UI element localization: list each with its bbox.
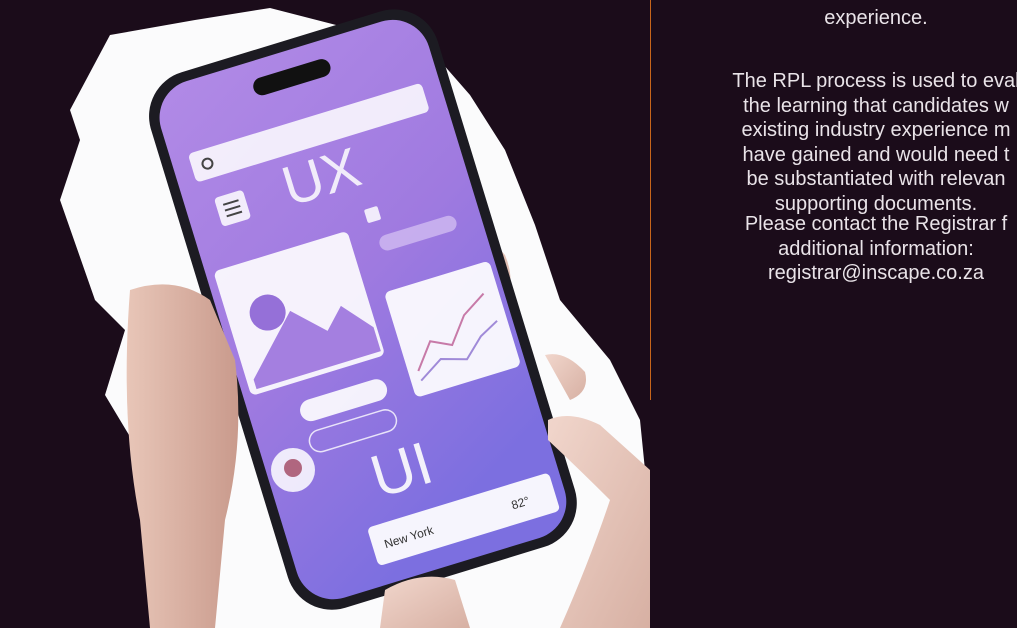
paragraph-contact: Please contact the Registrar f additiona… — [744, 213, 1008, 284]
paragraph-rpl-process: The RPL process is used to eval the lear… — [732, 70, 1017, 215]
registrar-email-link[interactable]: registrar@inscape.co.za — [768, 262, 984, 284]
phone-hand-photo: UX UI New York 82° — [60, 8, 650, 628]
page: UX UI New York 82° experience. The RPL p… — [0, 0, 1017, 628]
paragraph-experience: experience. — [824, 7, 928, 29]
